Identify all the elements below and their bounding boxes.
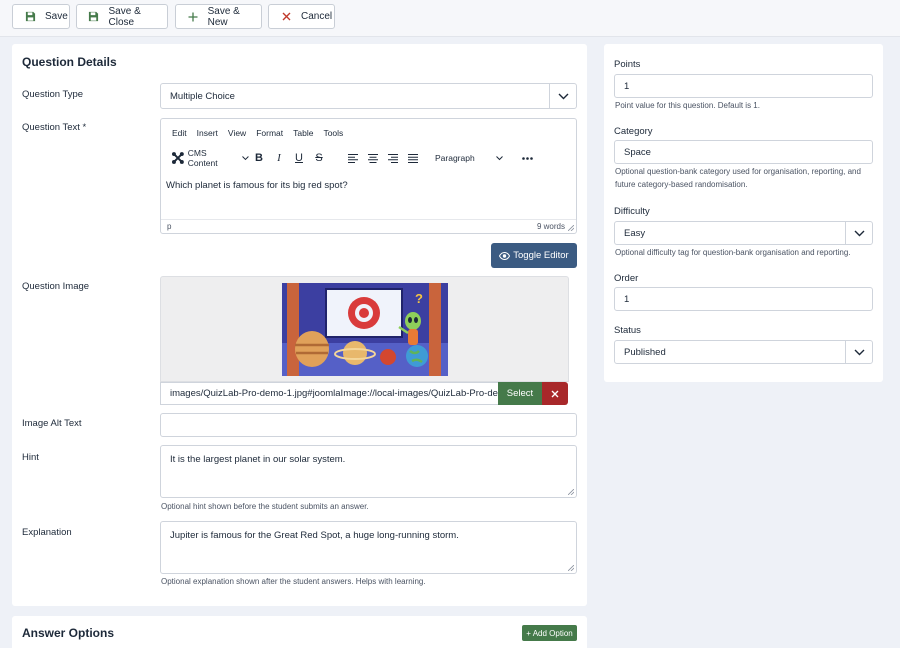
hint-value: It is the largest planet in our solar sy… [170,454,346,465]
strikethrough-icon[interactable]: S [309,149,329,167]
image-alt-input[interactable] [160,413,577,437]
align-right-icon[interactable] [383,149,403,167]
menu-tools[interactable]: Tools [323,128,343,138]
clear-image-button[interactable] [542,382,568,405]
question-settings-card: Points 1 Point value for this question. … [604,44,883,382]
question-type-select[interactable]: Multiple Choice [160,83,577,109]
answer-options-title: Answer Options [22,626,115,640]
bold-icon[interactable]: B [249,149,269,167]
floppy-disk-icon [23,10,37,24]
hint-textarea[interactable]: It is the largest planet in our solar sy… [160,445,577,498]
save-label: Save [45,11,68,22]
question-type-value: Multiple Choice [170,90,235,102]
points-help: Point value for this question. Default i… [615,101,760,110]
add-option-button[interactable]: + Add Option [522,625,577,641]
select-image-button[interactable]: Select [498,382,542,405]
points-label: Points [614,59,641,70]
editor-content[interactable]: Which planet is famous for its big red s… [166,180,348,191]
align-justify-icon[interactable] [403,149,423,167]
difficulty-help: Optional difficulty tag for question-ban… [615,248,851,257]
section-title: Question Details [22,55,117,69]
question-text-label: Question Text * [22,122,87,133]
chevron-down-icon [242,155,249,160]
question-image-label: Question Image [22,281,90,292]
order-input[interactable]: 1 [614,287,873,311]
resize-grip-icon[interactable] [568,489,574,495]
explanation-value: Jupiter is famous for the Great Red Spot… [170,530,459,541]
more-icon[interactable] [517,149,537,167]
editor-statusbar: p 9 words [161,219,576,233]
status-label: Status [614,325,641,336]
menu-format[interactable]: Format [256,128,283,138]
hint-label: Hint [22,452,39,463]
element-path[interactable]: p [167,222,171,231]
cms-content-dropdown[interactable]: CMS Content [171,148,249,168]
status-select[interactable]: Published [614,340,873,364]
difficulty-label: Difficulty [614,206,650,217]
chevron-down-icon [549,84,576,108]
toggle-editor-label: Toggle Editor [513,250,569,261]
save-close-button[interactable]: Save & Close [76,4,168,29]
cms-content-label: CMS Content [187,148,218,168]
menu-edit[interactable]: Edit [172,128,187,138]
eye-icon [499,251,511,260]
menu-insert[interactable]: Insert [197,128,218,138]
chevron-down-icon [845,341,872,363]
image-path-input[interactable]: images/QuizLab-Pro-demo-1.jpg#joomlaImag… [160,382,498,405]
rich-text-editor: Edit Insert View Format Table Tools CMS … [160,118,577,234]
category-input[interactable]: Space [614,140,873,164]
cancel-label: Cancel [301,11,333,22]
explanation-textarea[interactable]: Jupiter is famous for the Great Red Spot… [160,521,577,574]
editor-menubar: Edit Insert View Format Table Tools [172,128,343,138]
cancel-button[interactable]: Cancel [268,4,335,29]
svg-text:?: ? [415,291,423,306]
toggle-editor-button[interactable]: Toggle Editor [491,243,577,268]
action-toolbar: Save Save & Close Save & New Cancel [0,0,900,37]
plus-icon [186,10,200,24]
question-image-preview: ? [282,283,448,376]
order-label: Order [614,273,639,284]
category-help: Optional question-bank category used for… [615,167,861,189]
close-icon [279,10,293,24]
chevron-down-icon [845,222,872,244]
image-alt-label: Image Alt Text [22,418,82,429]
question-details-card: Question Details Question Type Multiple … [12,44,587,606]
menu-table[interactable]: Table [293,128,313,138]
category-label: Category [614,126,653,137]
explanation-help: Optional explanation shown after the stu… [161,577,426,586]
joomla-icon [171,152,184,164]
italic-icon[interactable]: I [269,149,289,167]
hint-help: Optional hint shown before the student s… [161,502,369,511]
question-type-label: Question Type [22,89,84,100]
save-button[interactable]: Save [12,4,70,29]
align-left-icon[interactable] [343,149,363,167]
resize-grip-icon[interactable] [568,565,574,571]
save-new-button[interactable]: Save & New [175,4,262,29]
editor-toolbar: CMS Content B I U S Paragraph [171,148,537,168]
save-new-label: Save & New [207,5,240,28]
underline-icon[interactable]: U [289,149,309,167]
explanation-label: Explanation [22,527,72,538]
answer-options-card: Answer Options + Add Option [12,616,587,648]
block-format-dropdown[interactable]: Paragraph [431,153,507,163]
difficulty-select[interactable]: Easy [614,221,873,245]
points-input[interactable]: 1 [614,74,873,98]
close-icon [551,390,559,397]
chevron-down-icon [496,155,503,160]
word-count: 9 words [536,222,565,231]
save-close-label: Save & Close [108,5,141,28]
resize-grip-icon[interactable] [568,225,574,231]
menu-view[interactable]: View [228,128,246,138]
image-preview-area: ? [160,276,569,382]
floppy-disk-icon [87,10,101,24]
align-center-icon[interactable] [363,149,383,167]
block-format-value: Paragraph [435,153,475,163]
